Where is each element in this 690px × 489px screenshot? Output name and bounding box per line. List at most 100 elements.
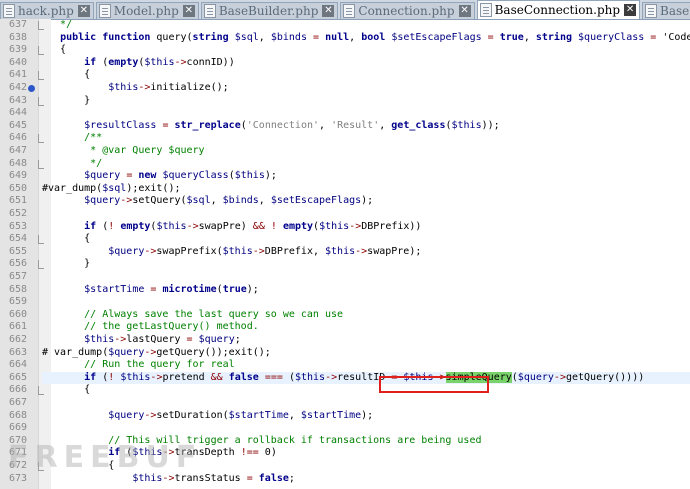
- tab-baseresult[interactable]: BaseResult.php✕: [642, 2, 690, 19]
- code-text: */: [42, 19, 73, 30]
- line-number: 649: [8, 170, 27, 182]
- code-text: }: [42, 258, 91, 270]
- tab-label: BaseResult.php: [660, 4, 690, 18]
- code-line[interactable]: 645 $resultClass = str_replace('Connecti…: [0, 120, 690, 133]
- code-line[interactable]: 657: [0, 271, 690, 284]
- code-text: /**: [42, 132, 103, 144]
- code-text: // Always save the last query so we can …: [42, 308, 344, 320]
- code-line[interactable]: 648 */: [0, 158, 690, 171]
- code-line[interactable]: 644: [0, 107, 690, 120]
- code-line[interactable]: 659: [0, 296, 690, 309]
- code-text: * @var Query $query: [42, 145, 205, 156]
- line-number: 645: [8, 119, 27, 131]
- line-number: 641: [8, 69, 27, 81]
- tab-label: BaseBuilder.php: [218, 4, 319, 18]
- code-line[interactable]: 647 * @var Query $query: [0, 145, 690, 158]
- tab-label: BaseConnection.php: [494, 3, 621, 17]
- code-line[interactable]: 650 #var_dump($sql);exit();: [0, 183, 690, 196]
- line-number: 640: [8, 56, 27, 68]
- code-text: }: [42, 94, 91, 106]
- code-line[interactable]: 664 // Run the query for real: [0, 359, 690, 372]
- code-text: $query->setQuery($sql, $binds, $setEscap…: [84, 195, 374, 207]
- code-line[interactable]: 661 // the getLastQuery() method.: [0, 321, 690, 334]
- code-line[interactable]: 665 if (! $this->pretend && false === ($…: [0, 371, 690, 385]
- line-number: 639: [8, 44, 27, 56]
- breakpoint-icon[interactable]: [28, 85, 35, 92]
- code-text: # var_dump($query->getQuery());exit();: [42, 346, 271, 358]
- line-number: 661: [8, 321, 27, 333]
- php-file-icon: [343, 4, 356, 18]
- line-number: 662: [8, 334, 27, 345]
- tab-connection[interactable]: Connection.php ✕: [340, 2, 475, 19]
- line-number: 643: [8, 94, 27, 106]
- code-line[interactable]: 639 {: [0, 44, 690, 57]
- code-text: if (! empty($this->swapPre) && ! empty($…: [84, 220, 422, 232]
- close-tab-icon[interactable]: ✕: [322, 5, 335, 17]
- line-number: 660: [8, 308, 27, 320]
- code-line[interactable]: 640 if (empty($this->connID)): [0, 57, 690, 70]
- line-number: 655: [8, 245, 27, 257]
- line-number: 663: [8, 346, 27, 358]
- code-line[interactable]: 667: [0, 397, 690, 410]
- code-line[interactable]: 655 $query->swapPrefix($this->DBPrefix, …: [0, 246, 690, 259]
- line-number: 647: [8, 145, 27, 156]
- code-line[interactable]: 649 $query = new $queryClass($this);: [0, 170, 690, 183]
- code-line[interactable]: 660 // Always save the last query so we …: [0, 309, 690, 322]
- tab-basebuilder[interactable]: BaseBuilder.php ✕: [200, 2, 339, 19]
- tab-model[interactable]: Model.php ✕: [95, 2, 199, 19]
- code-line[interactable]: 643 }: [0, 95, 690, 108]
- code-line[interactable]: 654 {: [0, 233, 690, 246]
- code-editor[interactable]: 637 */638 public function query(string $…: [0, 19, 690, 489]
- tab-label: Connection.php: [358, 4, 455, 18]
- line-number: 659: [8, 296, 27, 308]
- line-number: 669: [8, 422, 27, 434]
- code-line[interactable]: 658 $startTime = microtime(true);: [0, 284, 690, 297]
- code-text: */: [42, 157, 103, 169]
- code-line[interactable]: 652: [0, 208, 690, 221]
- line-number: 665: [8, 371, 27, 383]
- code-text: $query->swapPrefix($this->DBPrefix, $thi…: [108, 245, 422, 257]
- php-file-icon: [203, 4, 216, 18]
- line-number: 653: [8, 220, 27, 232]
- code-line[interactable]: 646 /**: [0, 132, 690, 145]
- code-line[interactable]: 669: [0, 422, 690, 435]
- code-line[interactable]: 656 }: [0, 258, 690, 271]
- close-tab-icon[interactable]: ✕: [77, 5, 90, 17]
- php-file-icon: [98, 4, 111, 18]
- code-line[interactable]: 653 if (! empty($this->swapPre) && ! emp…: [0, 221, 690, 234]
- code-line[interactable]: 663 # var_dump($query->getQuery());exit()…: [0, 347, 690, 360]
- code-text: // Run the query for real: [42, 359, 235, 371]
- code-line[interactable]: 662 $this->lastQuery = $query;: [0, 334, 690, 347]
- code-line[interactable]: 637 */: [0, 19, 690, 32]
- close-tab-icon[interactable]: ✕: [624, 4, 637, 16]
- code-text: {: [42, 44, 67, 56]
- code-line[interactable]: 641 {: [0, 69, 690, 82]
- close-tab-icon[interactable]: ✕: [182, 5, 195, 17]
- code-line[interactable]: 666 {: [0, 384, 690, 397]
- code-text: $resultClass = str_replace('Connection',…: [84, 119, 500, 131]
- code-text: {: [42, 384, 91, 396]
- line-number: 652: [8, 208, 27, 219]
- tab-baseconnection[interactable]: BaseConnection.php ✕: [476, 0, 641, 19]
- code-line[interactable]: 651 $query->setQuery($sql, $binds, $setE…: [0, 195, 690, 208]
- code-line[interactable]: 638 public function query(string $sql, $…: [0, 32, 690, 45]
- line-number: 668: [8, 409, 27, 421]
- code-line[interactable]: 642 $this->initialize();: [0, 82, 690, 95]
- line-number: 644: [8, 107, 27, 119]
- line-number: 651: [8, 195, 27, 207]
- line-number: 667: [8, 397, 27, 408]
- code-line[interactable]: 668 $query->setDuration($startTime, $sta…: [0, 410, 690, 423]
- code-text: $this->lastQuery = $query;: [84, 334, 241, 345]
- line-number: 637: [8, 19, 27, 30]
- tab-bar: hack.php ✕ Model.php ✕ BaseBuilder.php ✕ Conne…: [0, 0, 690, 20]
- tab-hack[interactable]: hack.php ✕: [0, 2, 94, 19]
- php-file-icon: [479, 3, 492, 17]
- line-number: 666: [8, 384, 27, 396]
- line-number: 656: [8, 258, 27, 270]
- close-tab-icon[interactable]: ✕: [458, 5, 471, 17]
- watermark: FREEBUF: [8, 440, 203, 475]
- line-number: 642: [8, 82, 27, 93]
- line-number: 648: [8, 157, 27, 169]
